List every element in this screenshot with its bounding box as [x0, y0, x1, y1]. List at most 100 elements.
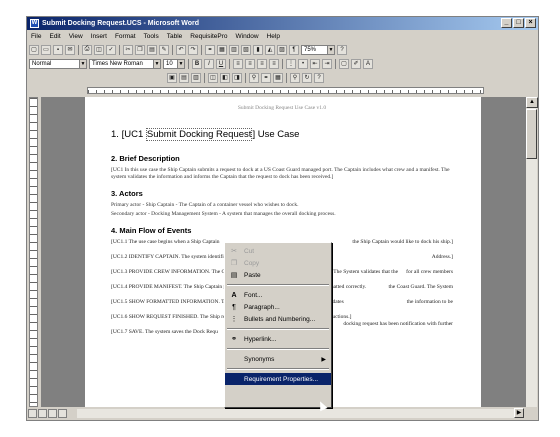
font-size-combo[interactable]: 10 ▼	[163, 58, 185, 69]
reqpro-new-requirement-icon[interactable]: ▤	[179, 72, 189, 83]
format-painter-icon[interactable]: ✎	[159, 44, 169, 55]
maximize-button[interactable]: □	[513, 18, 524, 28]
copy-icon[interactable]: ❐	[135, 44, 145, 55]
horizontal-ruler[interactable]	[87, 87, 484, 94]
formatting-toolbar: Normal ▼ Times New Roman ▼ 10 ▼ B I U ≡ ≡ ≡…	[29, 57, 536, 70]
align-right-icon[interactable]: ≡	[257, 58, 267, 69]
title-bar[interactable]: W Submit Docking Request.UCS - Microsoft…	[27, 17, 538, 30]
chevron-down-icon[interactable]: ▼	[327, 45, 334, 54]
context-item-label: Requirement Properties...	[244, 375, 319, 383]
numbering-icon[interactable]: ⋮	[286, 58, 296, 69]
font-color-icon[interactable]: A	[363, 58, 373, 69]
toolbar-separator	[286, 72, 287, 83]
justify-icon[interactable]: ≡	[269, 58, 279, 69]
vertical-scrollbar[interactable]: ▲	[525, 97, 538, 407]
reqpro-search-icon[interactable]: ⚲	[290, 72, 300, 83]
scroll-thumb[interactable]	[526, 109, 537, 159]
undo-icon[interactable]: ↶	[176, 44, 186, 55]
context-item-font[interactable]: A Font...	[225, 289, 331, 301]
word-app-icon[interactable]: W	[30, 19, 39, 28]
flow-text-right: the information to be	[406, 299, 453, 305]
menu-tools[interactable]: Tools	[144, 33, 159, 40]
cut-icon[interactable]: ✂	[123, 44, 133, 55]
menu-window[interactable]: Window	[235, 33, 258, 40]
scroll-right-icon[interactable]: ▶	[514, 408, 524, 418]
redo-icon[interactable]: ↷	[188, 44, 198, 55]
reqpro-tree-icon[interactable]: ◨	[232, 72, 242, 83]
email-icon[interactable]: ✉	[65, 44, 75, 55]
reqpro-find-icon[interactable]: ⚲	[249, 72, 259, 83]
context-item-cut[interactable]: ✂ Cut	[225, 245, 331, 257]
reqpro-refresh-icon[interactable]: ↻	[302, 72, 312, 83]
context-item-label: Copy	[244, 259, 260, 267]
reqpro-help-icon[interactable]: ?	[314, 72, 324, 83]
menu-table[interactable]: Table	[167, 33, 183, 40]
document-title: 1. [UC1 Submit Docking Request] Use Case	[111, 128, 453, 141]
horizontal-scroll-track[interactable]	[77, 409, 522, 418]
normal-view-icon[interactable]	[28, 408, 37, 418]
vertical-ruler[interactable]	[29, 97, 38, 407]
menu-requisitepro[interactable]: RequisitePro	[190, 33, 227, 40]
outline-view-icon[interactable]	[58, 408, 67, 418]
close-button[interactable]: ×	[525, 18, 536, 28]
bold-icon[interactable]: B	[192, 58, 202, 69]
underline-icon[interactable]: U	[216, 58, 226, 69]
context-item-bullets[interactable]: ⋮ Bullets and Numbering...	[225, 313, 331, 325]
reqpro-properties-icon[interactable]: ▥	[191, 72, 201, 83]
print-icon[interactable]: ⎙	[82, 44, 92, 55]
web-view-icon[interactable]	[38, 408, 47, 418]
increase-indent-icon[interactable]: ⇥	[322, 58, 332, 69]
reqpro-open-icon[interactable]: ▣	[167, 72, 177, 83]
new-icon[interactable]: ▢	[29, 44, 39, 55]
context-item-hyperlink[interactable]: ⚭ Hyperlink...	[225, 333, 331, 345]
borders-icon[interactable]: ▢	[339, 58, 349, 69]
chevron-down-icon[interactable]: ▼	[153, 59, 160, 68]
menu-edit[interactable]: Edit	[49, 33, 60, 40]
save-icon[interactable]: ▪	[53, 44, 63, 55]
scroll-up-icon[interactable]: ▲	[526, 97, 538, 108]
menu-file[interactable]: File	[31, 33, 41, 40]
print-view-icon[interactable]	[48, 408, 57, 418]
chevron-down-icon[interactable]: ▼	[79, 59, 86, 68]
tables-borders-icon[interactable]: ▦	[217, 44, 227, 55]
align-center-icon[interactable]: ≡	[245, 58, 255, 69]
print-preview-icon[interactable]: ◫	[94, 44, 104, 55]
reqpro-doc-icon[interactable]: ▦	[273, 72, 283, 83]
align-left-icon[interactable]: ≡	[233, 58, 243, 69]
document-map-icon[interactable]: ▨	[277, 44, 287, 55]
spelling-icon[interactable]: ✓	[106, 44, 116, 55]
insert-table-icon[interactable]: ▥	[229, 44, 239, 55]
menu-format[interactable]: Format	[115, 33, 136, 40]
flow-text-right: docking request has been notification wi…	[343, 321, 453, 327]
paste-icon[interactable]: ▤	[147, 44, 157, 55]
italic-icon[interactable]: I	[204, 58, 214, 69]
context-item-synonyms[interactable]: Synonyms ▶	[225, 353, 331, 365]
context-item-copy[interactable]: ❐ Copy	[225, 257, 331, 269]
show-hide-icon[interactable]: ¶	[289, 44, 299, 55]
menu-view[interactable]: View	[69, 33, 83, 40]
context-item-requirement-properties[interactable]: Requirement Properties...	[225, 373, 331, 385]
bullets-icon[interactable]: •	[298, 58, 308, 69]
context-item-paste[interactable]: ▤ Paste	[225, 269, 331, 281]
copy-icon: ❐	[230, 260, 238, 267]
minimize-button[interactable]: _	[501, 18, 512, 28]
context-item-paragraph[interactable]: ¶ Paragraph...	[225, 301, 331, 313]
toolbar-separator	[204, 72, 205, 83]
menu-insert[interactable]: Insert	[91, 33, 107, 40]
reqpro-trace-icon[interactable]: ◧	[220, 72, 230, 83]
drawing-icon[interactable]: ◭	[265, 44, 275, 55]
font-combo[interactable]: Times New Roman ▼	[89, 58, 161, 69]
menu-help[interactable]: Help	[267, 33, 280, 40]
reqpro-link-icon[interactable]: ⚭	[261, 72, 271, 83]
highlight-icon[interactable]: ✐	[351, 58, 361, 69]
chevron-down-icon[interactable]: ▼	[177, 59, 184, 68]
style-combo[interactable]: Normal ▼	[29, 58, 87, 69]
hyperlink-icon[interactable]: ⚭	[205, 44, 215, 55]
reqpro-views-icon[interactable]: ◫	[208, 72, 218, 83]
help-icon[interactable]: ?	[337, 44, 347, 55]
decrease-indent-icon[interactable]: ⇤	[310, 58, 320, 69]
open-icon[interactable]: ▭	[41, 44, 51, 55]
columns-icon[interactable]: ▮	[253, 44, 263, 55]
zoom-combo[interactable]: 75% ▼	[301, 44, 335, 55]
insert-excel-icon[interactable]: ▧	[241, 44, 251, 55]
